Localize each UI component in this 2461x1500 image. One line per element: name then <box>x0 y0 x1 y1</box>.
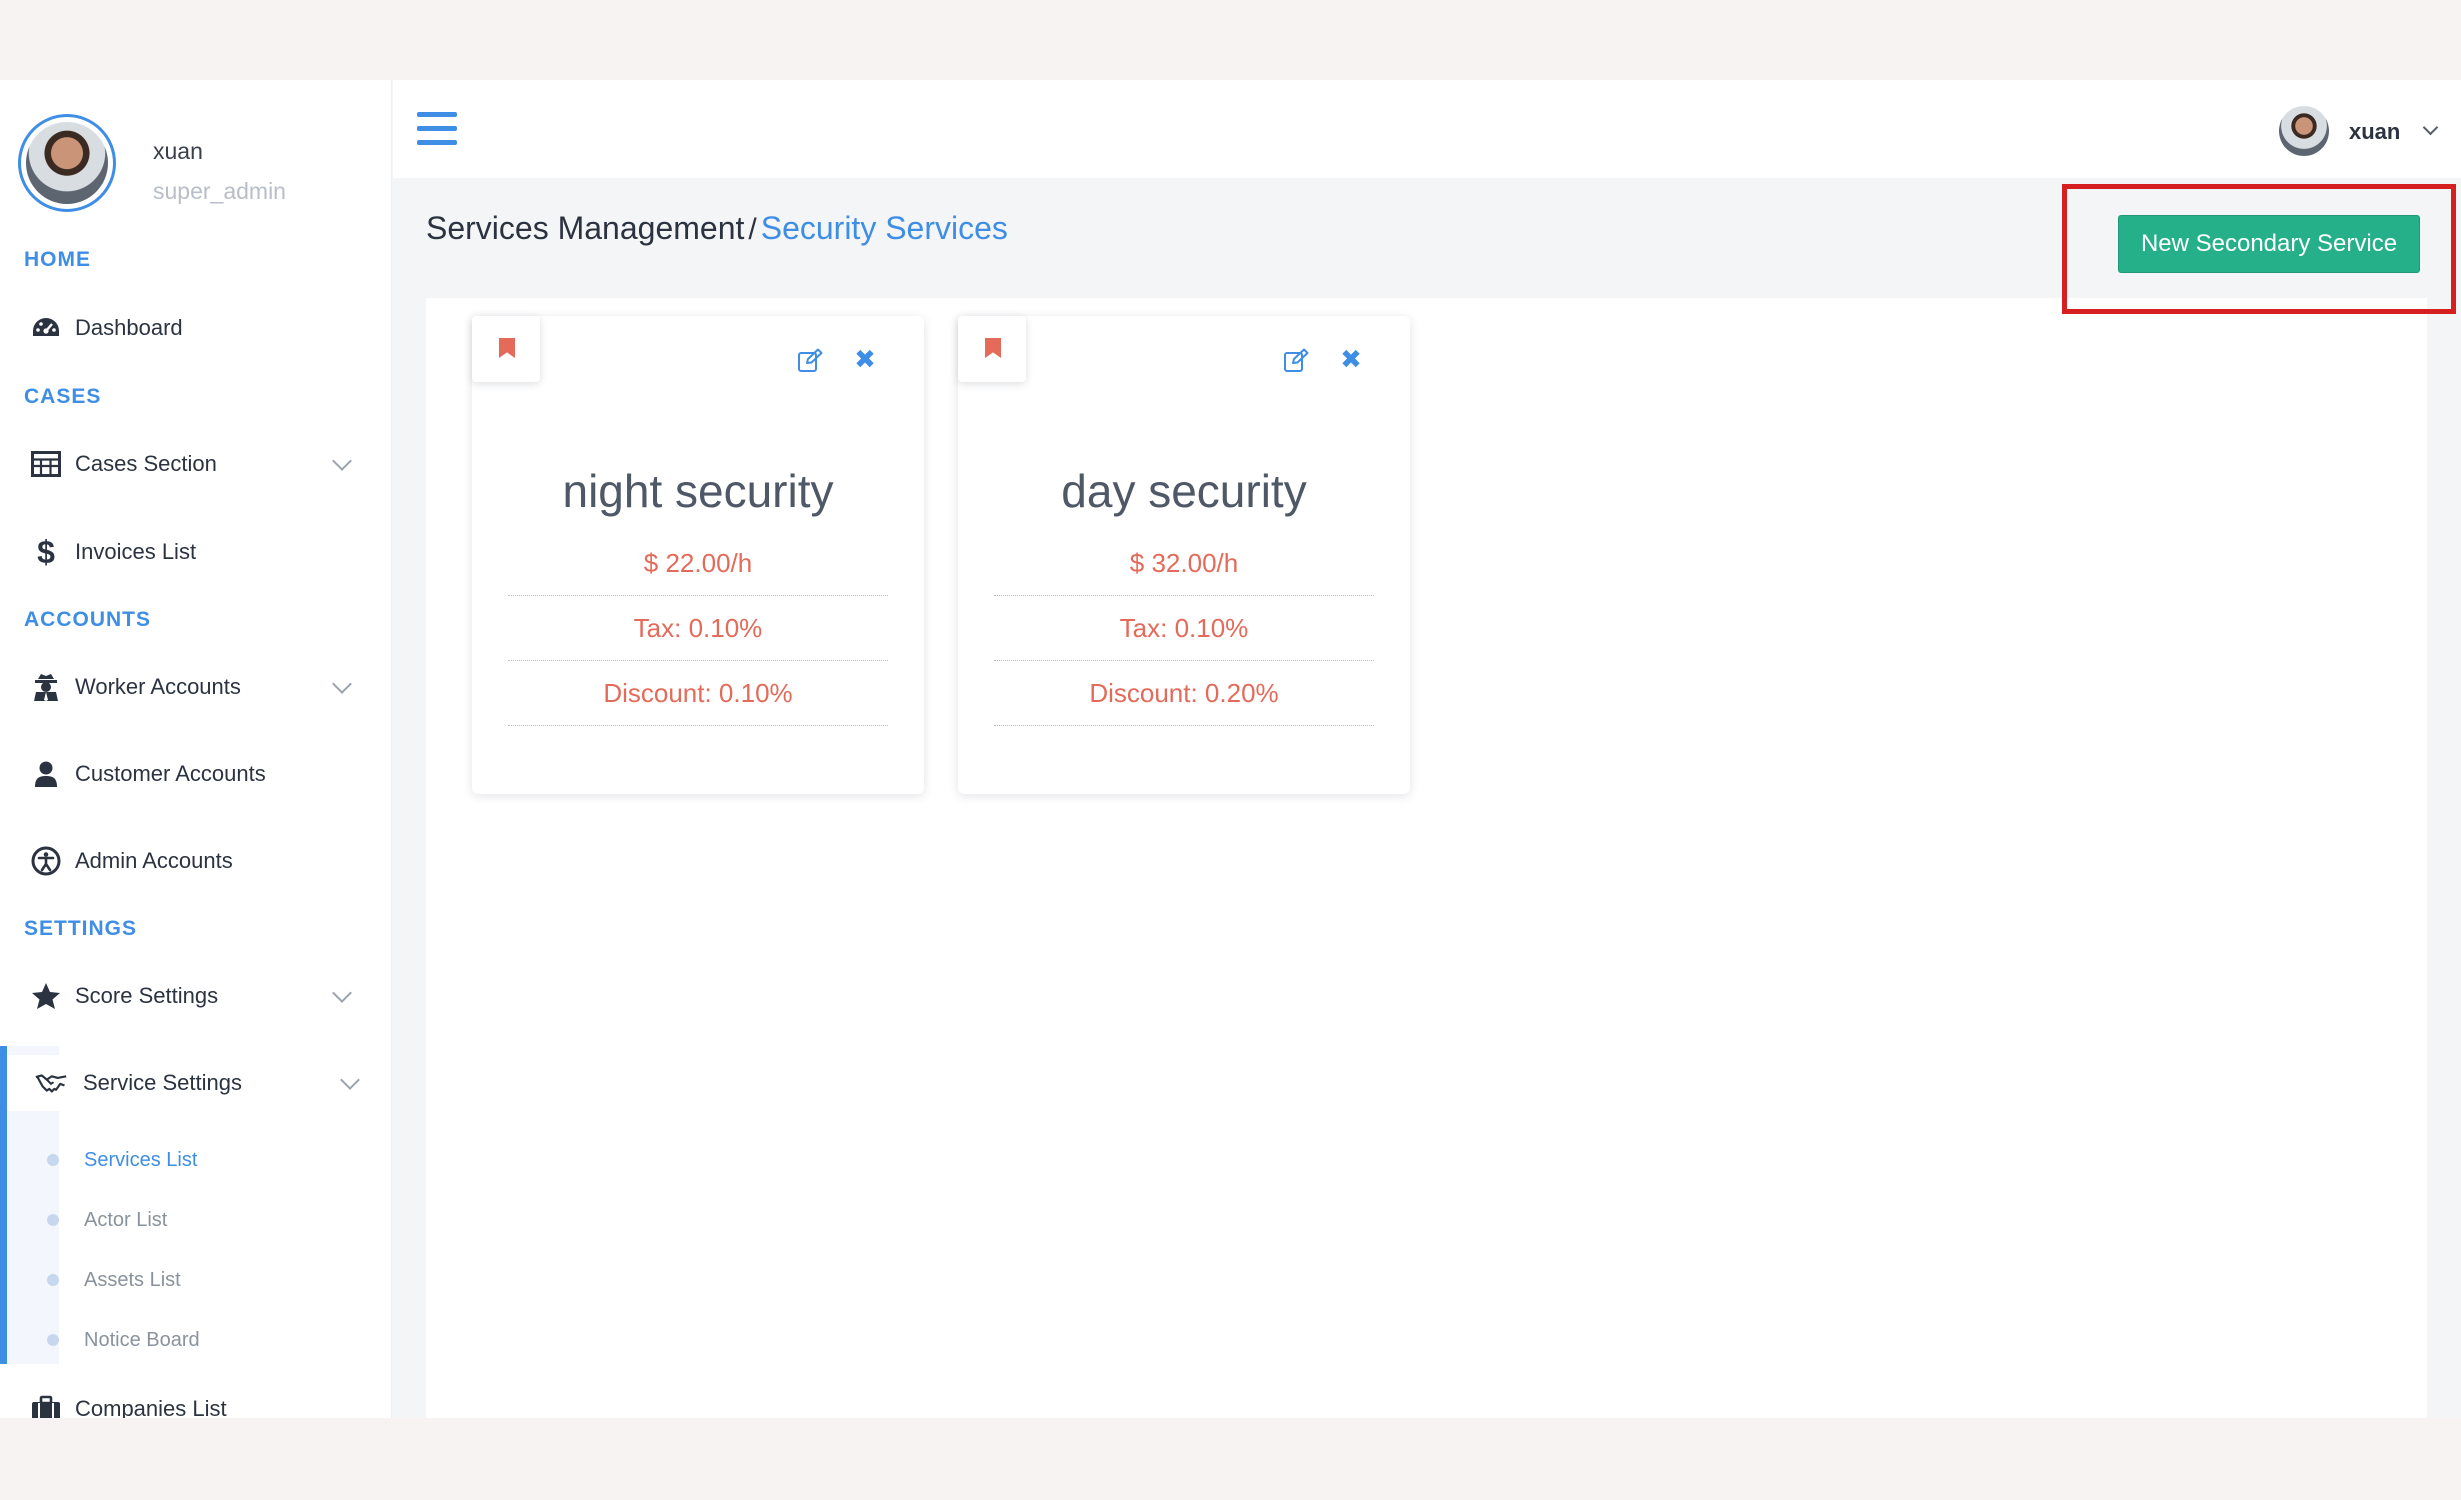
briefcase-icon <box>30 1393 62 1418</box>
chevron-down-icon <box>2422 119 2439 136</box>
card-tag <box>958 316 1026 382</box>
sidebar-item-admin-accounts[interactable]: Admin Accounts <box>0 833 391 889</box>
card-tag <box>472 316 540 382</box>
top-bar: xuan <box>393 80 2461 178</box>
service-tax: Tax: 0.10% <box>508 596 888 661</box>
sidebar-item-customer-accounts[interactable]: Customer Accounts <box>0 746 391 802</box>
breadcrumb-separator: / <box>748 213 757 246</box>
tachometer-icon <box>30 312 62 344</box>
chevron-down-icon <box>332 674 352 694</box>
breadcrumb-parent[interactable]: Services Management <box>426 210 744 246</box>
sidebar-item-label: Worker Accounts <box>75 674 241 699</box>
submenu-item-notice-board[interactable]: Notice Board <box>0 1312 391 1368</box>
submenu-label: Actor List <box>84 1208 168 1231</box>
breadcrumb-current: Security Services <box>760 210 1008 246</box>
hamburger-menu-icon[interactable] <box>417 112 457 146</box>
sidebar-item-label: Cases Section <box>75 451 217 476</box>
user-name: xuan <box>2349 119 2401 144</box>
submenu-label: Services List <box>84 1148 198 1171</box>
sidebar-item-dashboard[interactable]: Dashboard <box>0 300 391 356</box>
bullet-dot <box>47 1334 59 1346</box>
profile-role: super_admin <box>153 178 286 204</box>
service-tax: Tax: 0.10% <box>994 596 1374 661</box>
universal-access-icon <box>30 845 62 877</box>
submenu-item-services-list[interactable]: Services List <box>0 1132 391 1188</box>
service-price: $ 22.00/h <box>508 531 888 596</box>
chevron-down-icon <box>332 451 352 471</box>
dollar-icon: $ <box>37 533 55 570</box>
avatar[interactable] <box>18 114 116 212</box>
avatar <box>2279 106 2329 156</box>
chevron-down-icon <box>340 1070 360 1090</box>
bullet-dot <box>47 1214 59 1226</box>
service-name: night security <box>562 465 834 517</box>
bullet-dot <box>47 1274 59 1286</box>
sidebar-item-companies-list[interactable]: Companies List <box>0 1381 391 1418</box>
sidebar-item-service-settings[interactable]: Service Settings <box>7 1055 391 1111</box>
sidebar-item-cases-section[interactable]: Cases Section <box>0 436 391 492</box>
sidebar-item-label: Score Settings <box>75 983 219 1008</box>
chevron-down-icon <box>332 983 352 1003</box>
submenu-item-assets-list[interactable]: Assets List <box>0 1252 391 1308</box>
sidebar-item-label: Dashboard <box>75 315 183 340</box>
close-icon[interactable]: ✖ <box>852 346 878 372</box>
sidebar-item-label: Companies List <box>75 1396 227 1418</box>
section-cases: CASES <box>24 385 102 408</box>
handshake-icon <box>35 1067 67 1099</box>
star-icon <box>30 980 62 1012</box>
sidebar: xuan super_admin HOME Dashboard CASES Ca… <box>0 80 392 1418</box>
service-discount: Discount: 0.20% <box>994 661 1374 726</box>
section-accounts: ACCOUNTS <box>24 608 151 631</box>
submenu-label: Notice Board <box>84 1328 200 1351</box>
table-icon <box>30 448 62 480</box>
service-name: day security <box>1061 465 1307 517</box>
sidebar-item-invoices-list[interactable]: $ Invoices List <box>0 524 391 580</box>
section-home: HOME <box>24 248 91 271</box>
user-secret-icon <box>30 671 62 703</box>
app-frame: xuan super_admin HOME Dashboard CASES Ca… <box>0 80 2461 1418</box>
breadcrumb: Services Management / Security Services <box>426 210 1008 247</box>
sidebar-item-score-settings[interactable]: Score Settings <box>0 968 391 1024</box>
edit-icon[interactable] <box>1283 348 1309 374</box>
sidebar-item-label: Customer Accounts <box>75 761 266 786</box>
service-price: $ 32.00/h <box>994 531 1374 596</box>
close-icon[interactable]: ✖ <box>1338 346 1364 372</box>
bookmark-icon <box>985 338 1001 358</box>
submenu-label: Assets List <box>84 1268 181 1291</box>
new-secondary-service-button[interactable]: New Secondary Service <box>2118 215 2420 273</box>
edit-icon[interactable] <box>797 348 823 374</box>
profile-name: xuan <box>153 138 203 164</box>
sidebar-item-label: Service Settings <box>83 1070 242 1095</box>
bullet-dot <box>47 1154 59 1166</box>
sidebar-item-worker-accounts[interactable]: Worker Accounts <box>0 659 391 715</box>
user-menu[interactable]: xuan <box>2279 106 2449 156</box>
service-card: ✖ day security $ 32.00/h Tax: 0.10% Disc… <box>958 316 1410 794</box>
submenu-item-actor-list[interactable]: Actor List <box>0 1192 391 1248</box>
sidebar-item-label: Invoices List <box>75 539 197 564</box>
bookmark-icon <box>499 338 515 358</box>
sidebar-item-label: Admin Accounts <box>75 848 233 873</box>
user-icon <box>30 758 62 790</box>
service-discount: Discount: 0.10% <box>508 661 888 726</box>
section-settings: SETTINGS <box>24 917 138 940</box>
service-card: ✖ night security $ 22.00/h Tax: 0.10% Di… <box>472 316 924 794</box>
